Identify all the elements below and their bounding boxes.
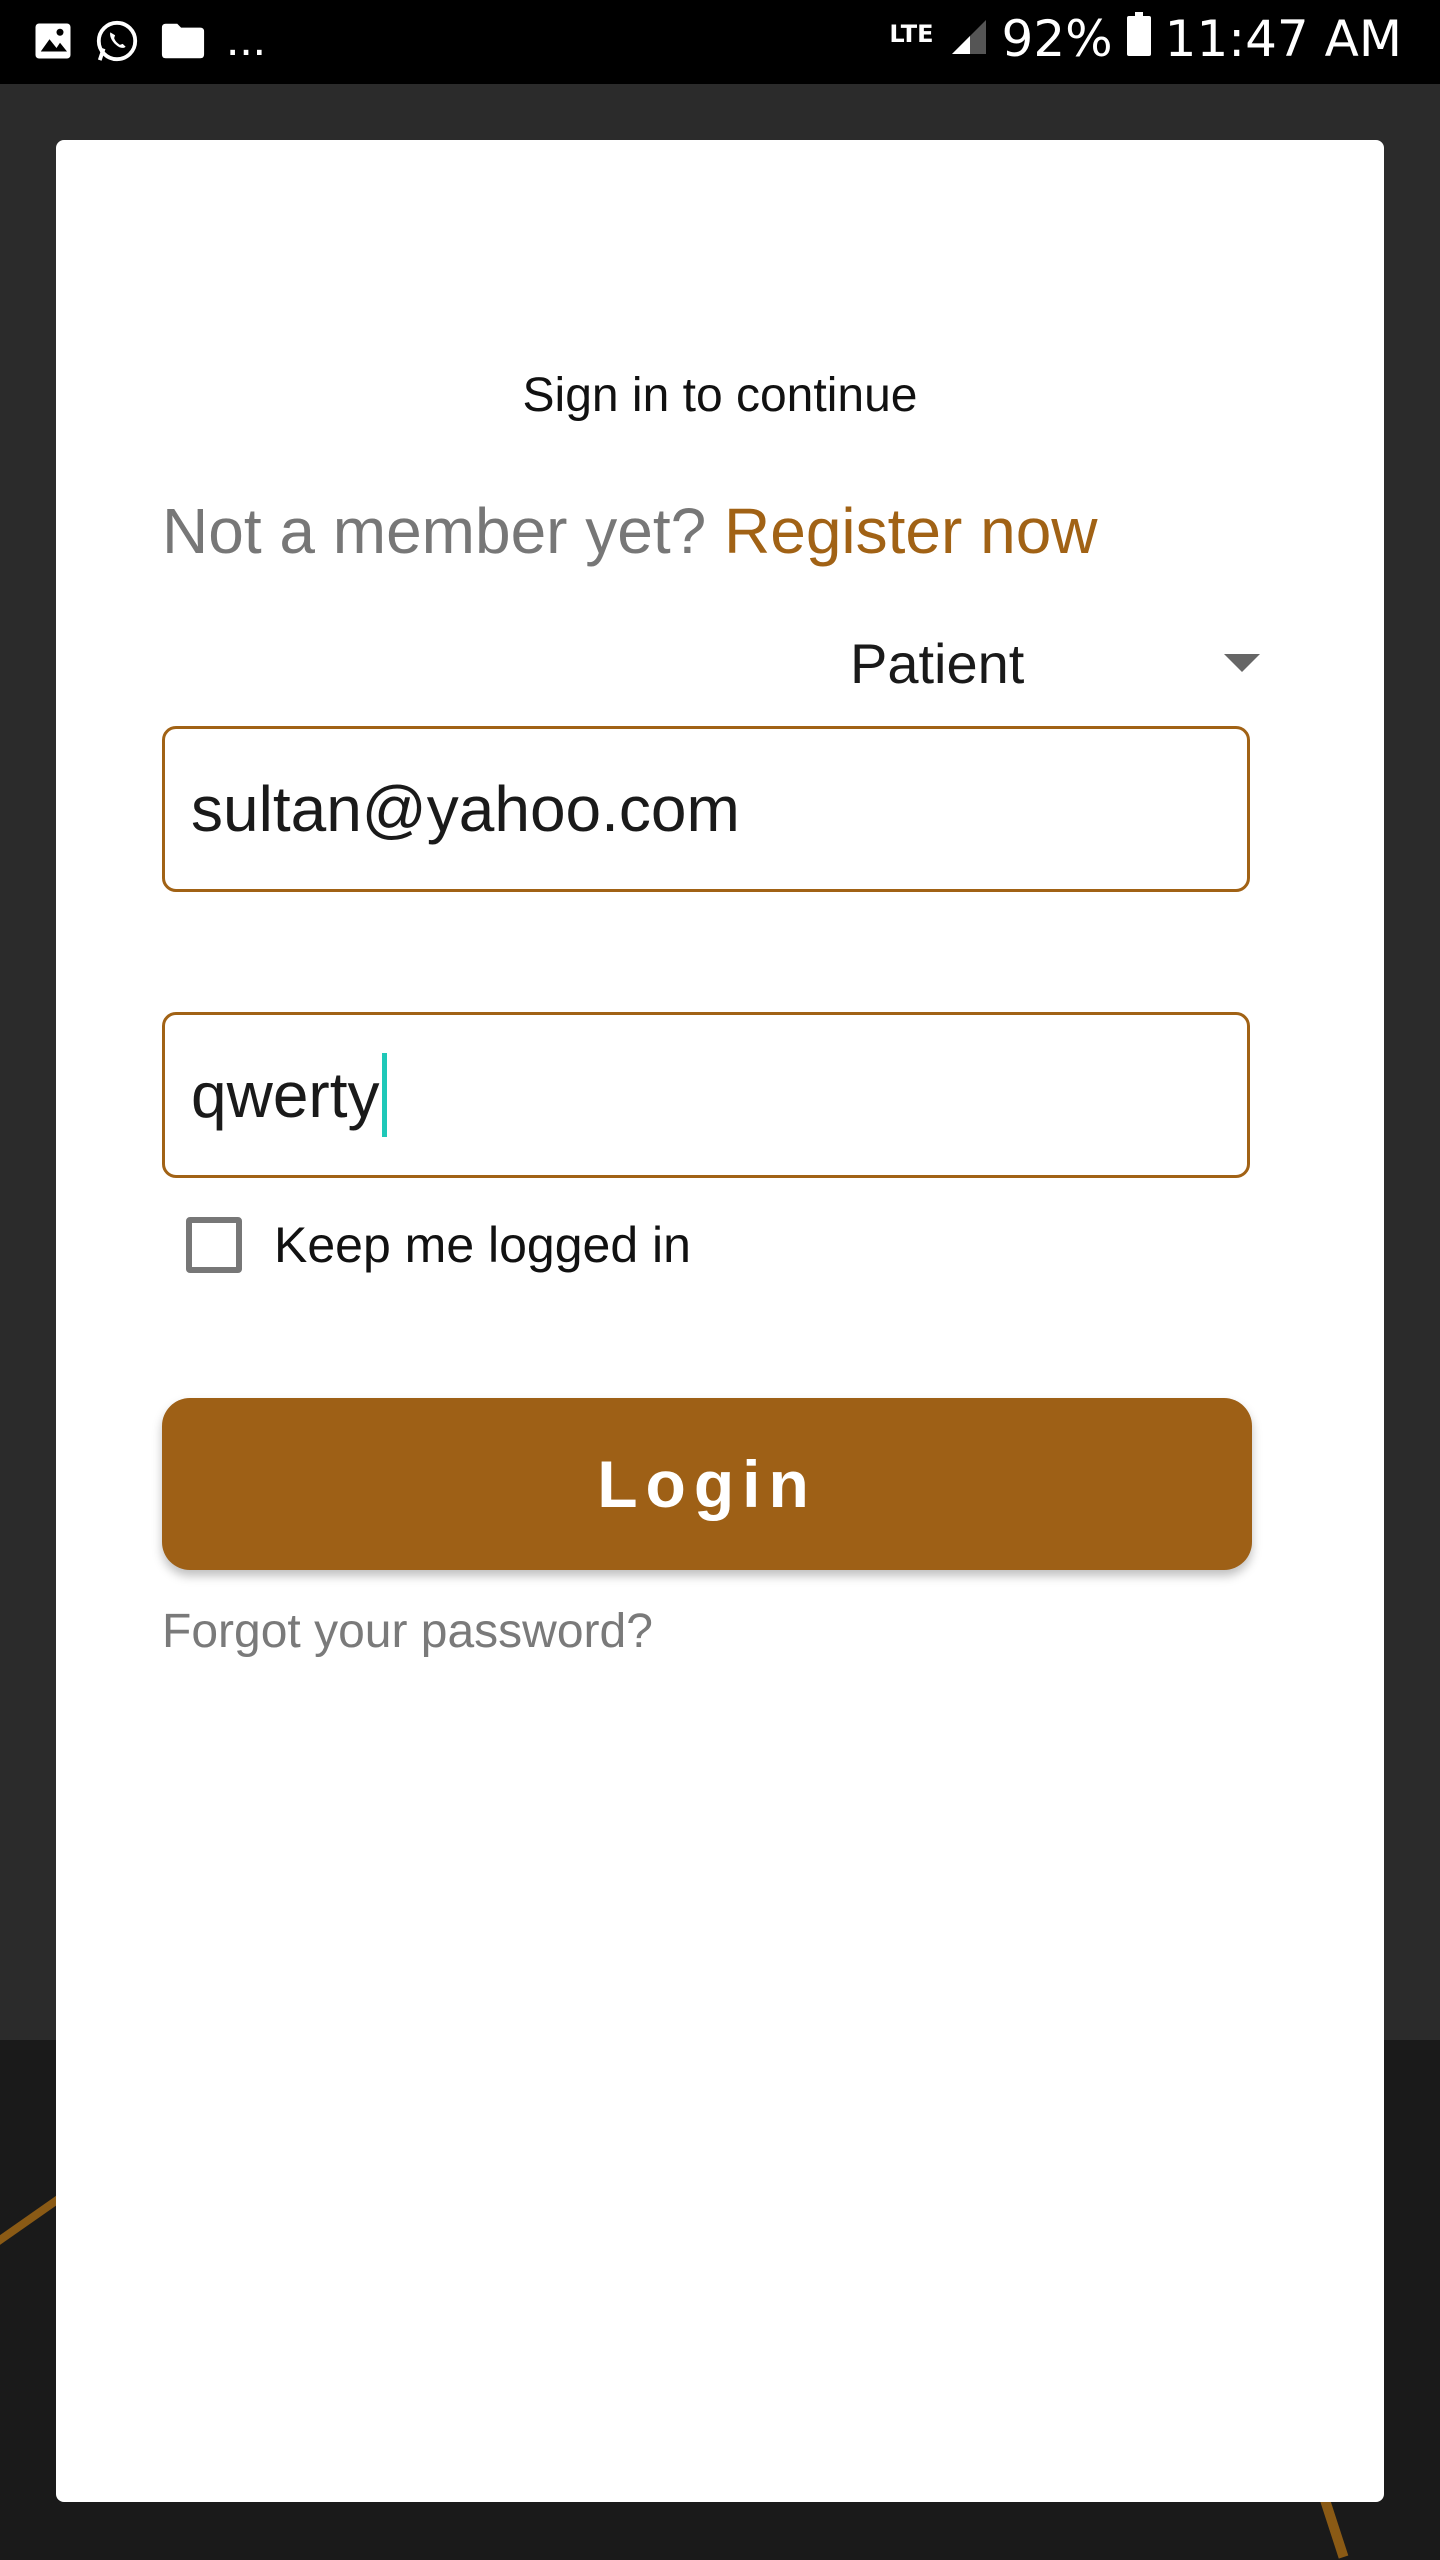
network-type: LTE [889, 20, 934, 48]
password-field[interactable]: qwerty [162, 1012, 1250, 1178]
signal-icon [948, 10, 988, 68]
notification-icons: ... [32, 12, 267, 69]
password-field-value: qwerty [191, 1059, 380, 1131]
more-notifications-indicator: ... [226, 12, 267, 66]
register-prompt: Not a member yet? Register now [162, 494, 1098, 568]
keep-logged-in-checkbox[interactable] [186, 1217, 242, 1273]
login-dialog: Sign in to continue Not a member yet? Re… [56, 140, 1384, 2502]
system-status: LTE 92% 11:47 AM [889, 10, 1402, 68]
keep-logged-in-label[interactable]: Keep me logged in [274, 1216, 691, 1274]
member-prompt-text: Not a member yet? [162, 495, 707, 567]
chevron-down-icon [1224, 654, 1260, 672]
keep-logged-in-row[interactable]: Keep me logged in [186, 1216, 691, 1274]
register-link[interactable]: Register now [724, 495, 1098, 567]
clock: 11:47 AM [1164, 10, 1402, 68]
folder-icon [160, 21, 206, 66]
role-dropdown[interactable]: Patient [850, 620, 1270, 706]
email-field[interactable]: sultan@yahoo.com [162, 726, 1250, 892]
email-field-value: sultan@yahoo.com [191, 773, 740, 845]
role-dropdown-value: Patient [850, 631, 1025, 695]
image-icon [32, 20, 74, 67]
text-cursor [381, 1053, 387, 1137]
forgot-password-link[interactable]: Forgot your password? [162, 1604, 653, 1659]
screen: ... LTE 92% 11:47 AM Sign in to continue… [0, 0, 1440, 2560]
battery-icon [1126, 10, 1151, 68]
status-bar: ... LTE 92% 11:47 AM [0, 0, 1440, 84]
whatsapp-icon [94, 18, 140, 69]
login-button[interactable]: Login [162, 1398, 1252, 1570]
dialog-title: Sign in to continue [522, 369, 918, 422]
battery-percent: 92% [1001, 10, 1113, 68]
